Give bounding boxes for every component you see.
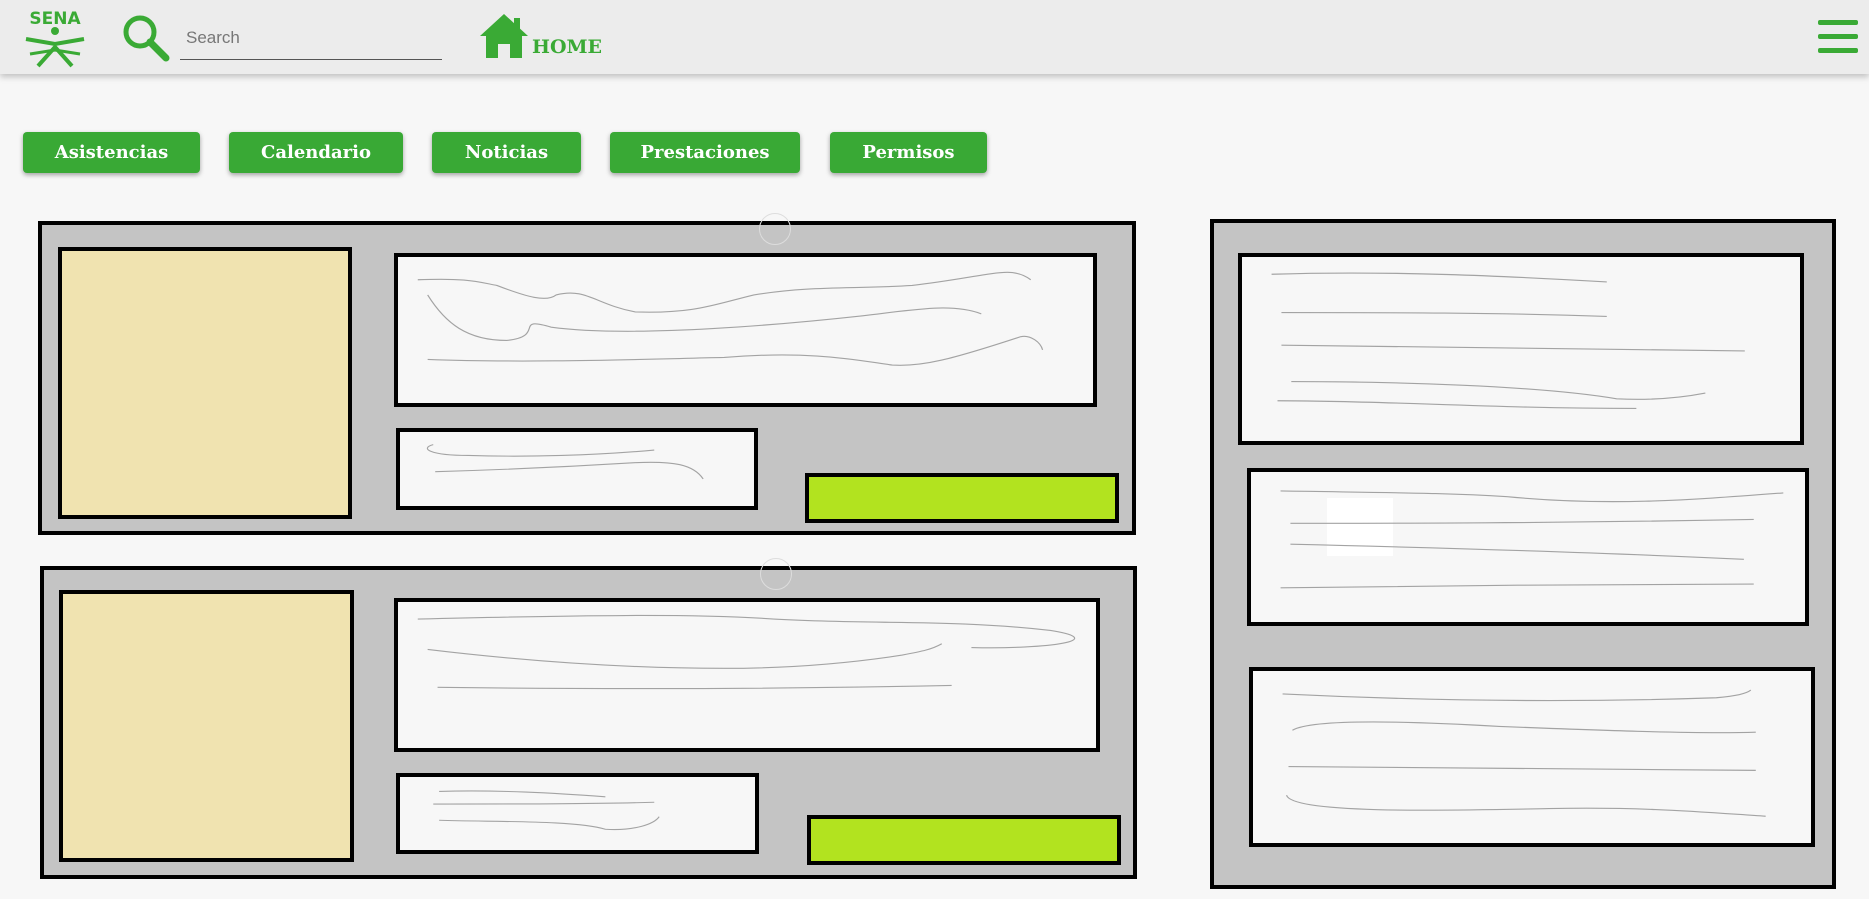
- noticias-button[interactable]: Noticias: [432, 132, 581, 173]
- search-input[interactable]: [180, 16, 442, 60]
- scribble-text: [417, 271, 1044, 366]
- card-description-box: [394, 253, 1097, 407]
- sidebar-box: [1247, 468, 1809, 626]
- scribble-text: [1280, 490, 1784, 589]
- content-card: [38, 221, 1136, 535]
- loading-indicator: [760, 558, 792, 590]
- scribble-text: [1282, 689, 1766, 817]
- card-action-button[interactable]: [807, 815, 1121, 865]
- sidebar-panel: [1210, 219, 1836, 889]
- card-meta-box: [396, 773, 759, 854]
- card-meta-box: [396, 428, 758, 510]
- hamburger-menu-icon[interactable]: [1818, 18, 1858, 56]
- home-label: HOME: [532, 36, 603, 58]
- scribble-text: [433, 790, 660, 831]
- prestaciones-button[interactable]: Prestaciones: [610, 132, 800, 173]
- home-icon: [480, 14, 528, 58]
- svg-text:SENA: SENA: [29, 9, 81, 29]
- scribble-text: [1271, 272, 1745, 409]
- content-card: [40, 566, 1137, 879]
- search-icon[interactable]: [120, 12, 170, 62]
- scribble-text: [417, 614, 1076, 690]
- sidebar-box: [1238, 253, 1804, 445]
- card-image-placeholder: [58, 247, 352, 519]
- sena-logo[interactable]: SENA: [20, 4, 90, 68]
- card-action-button[interactable]: [805, 473, 1119, 523]
- sidebar-box: [1249, 667, 1815, 847]
- card-description-box: [394, 598, 1100, 752]
- home-link[interactable]: HOME: [478, 12, 602, 60]
- permisos-button[interactable]: Permisos: [830, 132, 987, 173]
- loading-indicator: [759, 213, 791, 245]
- top-navbar: SENA HOME: [0, 0, 1869, 74]
- calendario-button[interactable]: Calendario: [229, 132, 403, 173]
- card-image-placeholder: [59, 590, 354, 862]
- scribble-text: [426, 444, 704, 480]
- asistencias-button[interactable]: Asistencias: [23, 132, 200, 173]
